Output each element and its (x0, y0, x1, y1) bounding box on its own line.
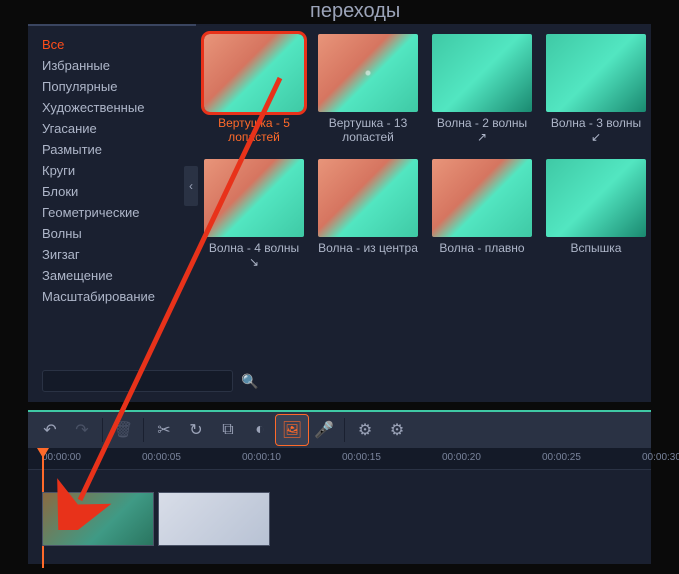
transition-thumbnail[interactable] (318, 159, 418, 237)
timeline-clip[interactable] (158, 492, 270, 546)
transition-thumbnail[interactable] (546, 159, 646, 237)
transition-label: Волна - 3 волны ↙ (546, 116, 646, 145)
sidebar-item[interactable]: Размытие (28, 139, 196, 160)
sidebar-collapse-button[interactable]: ‹ (184, 166, 198, 206)
separator (143, 418, 144, 442)
sidebar-item[interactable]: Волны (28, 223, 196, 244)
sidebar-item[interactable]: Угасание (28, 118, 196, 139)
ruler-tick: 00:00:00 (42, 452, 81, 463)
transition-label: Волна - из центра (318, 241, 418, 255)
redo-button[interactable]: ↷ (66, 415, 98, 445)
ruler-tick: 00:00:10 (242, 452, 281, 463)
category-sidebar: ВсеИзбранныеПопулярныеХудожественныеУгас… (28, 24, 196, 402)
transition-thumbnail[interactable] (546, 34, 646, 112)
transitions-gallery: Вертушка - 5 лопастей Вертушка - 13 лопас… (196, 24, 651, 402)
cut-button[interactable]: ✂ (148, 415, 180, 445)
ruler-tick: 00:00:25 (542, 452, 581, 463)
settings-button[interactable]: ⚙ (349, 415, 381, 445)
toolbar: ↶ ↷ 🗑 ✂ ↻ ⧉ ◐ 🖼 🎤 ⚙ ⚙ (28, 410, 651, 448)
transition-item[interactable]: Вертушка - 5 лопастей (204, 34, 304, 145)
time-ruler[interactable]: 00:00:00 00:00:05 00:00:10 00:00:15 00:00:20… (28, 448, 651, 470)
transition-item[interactable]: Вертушка - 13 лопастей (318, 34, 418, 145)
separator (102, 418, 103, 442)
search-input[interactable] (42, 370, 233, 392)
sidebar-item[interactable]: Замещение (28, 265, 196, 286)
ruler-tick: 00:00:20 (442, 452, 481, 463)
sidebar-item[interactable]: Избранные (28, 55, 196, 76)
main-panel: ВсеИзбранныеПопулярныеХудожественныеУгас… (28, 24, 651, 402)
video-track[interactable] (42, 492, 270, 546)
transition-item[interactable]: Вспышка (546, 159, 646, 270)
transition-label: Волна - плавно (432, 241, 532, 255)
transition-thumbnail[interactable] (432, 34, 532, 112)
sidebar-item[interactable]: Все (28, 34, 196, 55)
delete-button[interactable]: 🗑 (107, 415, 139, 445)
transition-thumbnail[interactable] (204, 34, 304, 112)
transition-thumbnail[interactable] (432, 159, 532, 237)
transition-label: Вертушка - 5 лопастей (204, 116, 304, 145)
transition-label: Волна - 4 волны ↘ (204, 241, 304, 270)
separator (344, 418, 345, 442)
sidebar-item[interactable]: Блоки (28, 181, 196, 202)
transition-label: Вспышка (546, 241, 646, 255)
transition-label: Вертушка - 13 лопастей (318, 116, 418, 145)
sidebar-item[interactable]: Популярные (28, 76, 196, 97)
search-icon[interactable]: 🔍 (241, 373, 258, 390)
transition-item[interactable]: Волна - из центра (318, 159, 418, 270)
search-row: 🔍 (42, 370, 182, 392)
sidebar-item[interactable]: Зигзаг (28, 244, 196, 265)
ruler-tick: 00:00:15 (342, 452, 381, 463)
image-button[interactable]: 🖼 (276, 415, 308, 445)
transition-label: Волна - 2 волны ↗ (432, 116, 532, 145)
undo-button[interactable]: ↶ (34, 415, 66, 445)
transition-item[interactable]: Волна - 3 волны ↙ (546, 34, 646, 145)
sidebar-item[interactable]: Художественные (28, 97, 196, 118)
adjust-button[interactable]: ⚙ (381, 415, 413, 445)
contrast-button[interactable]: ◐ (244, 415, 276, 445)
timeline-clip[interactable] (42, 492, 154, 546)
transition-item[interactable]: Волна - плавно (432, 159, 532, 270)
rotate-button[interactable]: ↻ (180, 415, 212, 445)
transition-item[interactable]: Волна - 2 волны ↗ (432, 34, 532, 145)
transition-thumbnail[interactable] (204, 159, 304, 237)
sidebar-item[interactable]: Геометрические (28, 202, 196, 223)
ruler-tick: 00:00:30 (642, 452, 679, 463)
timeline[interactable]: 00:00:00 00:00:05 00:00:10 00:00:15 00:00:20… (28, 448, 651, 564)
page-title: переходы (310, 0, 400, 23)
crop-button[interactable]: ⧉ (212, 415, 244, 445)
ruler-tick: 00:00:05 (142, 452, 181, 463)
transition-thumbnail[interactable] (318, 34, 418, 112)
mic-button[interactable]: 🎤 (308, 415, 340, 445)
transition-item[interactable]: Волна - 4 волны ↘ (204, 159, 304, 270)
sidebar-item[interactable]: Круги (28, 160, 196, 181)
sidebar-item[interactable]: Масштабирование (28, 286, 196, 307)
